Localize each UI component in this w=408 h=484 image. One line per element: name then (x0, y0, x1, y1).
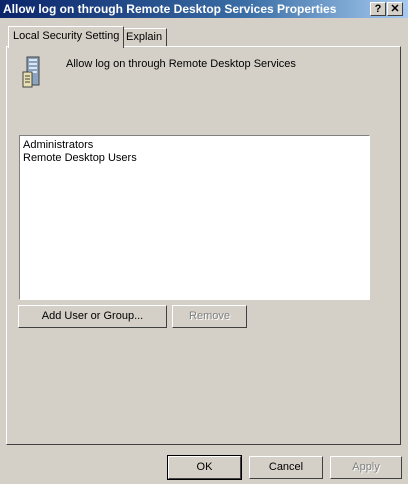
policy-name: Allow log on through Remote Desktop Serv… (66, 58, 296, 70)
tab-label: Explain (126, 31, 163, 43)
properties-dialog: Allow log on through Remote Desktop Serv… (0, 0, 408, 484)
close-button[interactable]: ✕ (387, 2, 403, 16)
title-bar[interactable]: Allow log on through Remote Desktop Serv… (0, 0, 408, 18)
tab-label: Local Security Setting (13, 30, 120, 42)
server-policy-icon (22, 56, 40, 88)
ok-button[interactable]: OK (167, 455, 242, 480)
tab-explain[interactable]: Explain (121, 28, 168, 46)
tab-local-security-setting[interactable]: Local Security Setting (8, 26, 125, 48)
apply-button[interactable]: Apply (330, 456, 402, 479)
list-item[interactable]: Remote Desktop Users (23, 152, 137, 165)
help-button[interactable]: ? (370, 2, 386, 16)
list-item[interactable]: Administrators (23, 139, 93, 152)
cancel-button[interactable]: Cancel (249, 456, 323, 479)
remove-button[interactable]: Remove (172, 305, 247, 328)
members-listbox[interactable]: Administrators Remote Desktop Users (19, 135, 370, 300)
window-title: Allow log on through Remote Desktop Serv… (3, 2, 337, 16)
add-user-or-group-button[interactable]: Add User or Group... (18, 305, 167, 328)
